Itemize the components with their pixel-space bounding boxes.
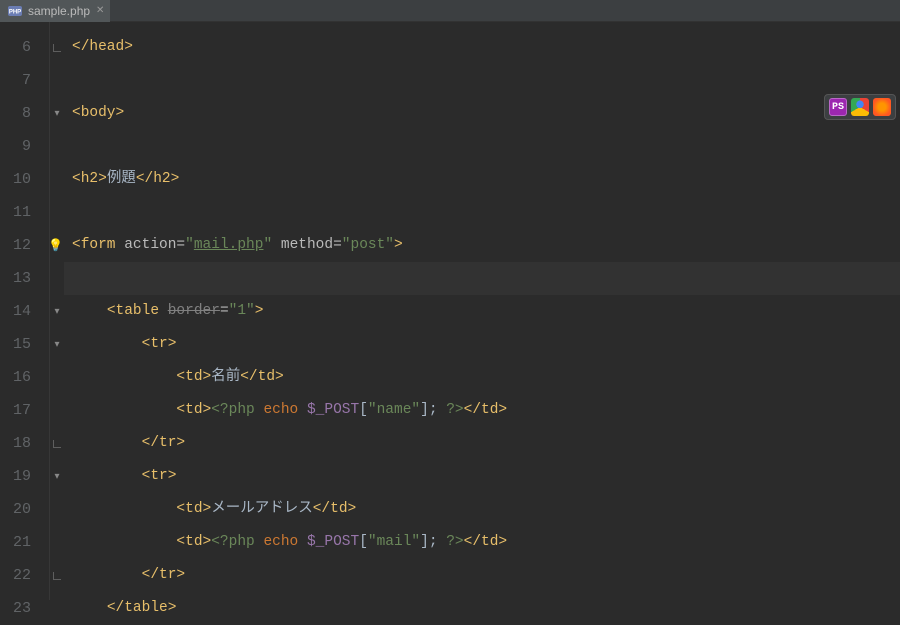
- line-number-gutter: 67891011121314151617181920212223: [0, 22, 50, 600]
- fold-marker: [50, 526, 64, 559]
- line-number: 22: [0, 559, 49, 592]
- fold-marker: [50, 130, 64, 163]
- fold-marker: [50, 262, 64, 295]
- phpstorm-icon[interactable]: PS: [829, 98, 847, 116]
- code-line: <td>メールアドレス</td>: [64, 493, 900, 526]
- fold-marker: [50, 592, 64, 625]
- line-number: 10: [0, 163, 49, 196]
- fold-marker[interactable]: [50, 328, 64, 361]
- code-line: </head>: [64, 31, 900, 64]
- line-number: 17: [0, 394, 49, 427]
- fold-marker[interactable]: [50, 427, 64, 460]
- fold-marker[interactable]: [50, 460, 64, 493]
- line-number: 13: [0, 262, 49, 295]
- fold-marker[interactable]: [50, 97, 64, 130]
- fold-marker[interactable]: [50, 295, 64, 328]
- fold-marker: [50, 493, 64, 526]
- fold-marker[interactable]: [50, 31, 64, 64]
- code-line: <td><?php echo $_POST["name"]; ?></td>: [64, 394, 900, 427]
- code-line: <td>名前</td>: [64, 361, 900, 394]
- file-tab[interactable]: PHP sample.php ✕: [0, 0, 110, 22]
- tab-bar: PHP sample.php ✕: [0, 0, 900, 22]
- code-line: <tr>: [64, 460, 900, 493]
- code-line: <body>: [64, 97, 900, 130]
- close-icon[interactable]: ✕: [96, 5, 104, 16]
- fold-marker[interactable]: [50, 559, 64, 592]
- fold-marker: [50, 394, 64, 427]
- line-number: 9: [0, 130, 49, 163]
- fold-column: 💡: [50, 22, 64, 600]
- fold-marker: [50, 163, 64, 196]
- code-line: <tr>: [64, 328, 900, 361]
- line-number: 14: [0, 295, 49, 328]
- chrome-icon[interactable]: [851, 98, 869, 116]
- line-number: 21: [0, 526, 49, 559]
- code-line: <form action="mail.php" method="post">: [64, 229, 900, 262]
- line-number: 20: [0, 493, 49, 526]
- php-file-icon: PHP: [8, 4, 22, 18]
- line-number: 18: [0, 427, 49, 460]
- line-number: 7: [0, 64, 49, 97]
- line-number: 8: [0, 97, 49, 130]
- fold-marker[interactable]: 💡: [50, 229, 64, 262]
- code-line: <td><?php echo $_POST["mail"]; ?></td>: [64, 526, 900, 559]
- code-line-cursor: [64, 262, 900, 295]
- line-number: 12: [0, 229, 49, 262]
- fold-marker: [50, 361, 64, 394]
- code-line: <h2>例題</h2>: [64, 163, 900, 196]
- code-line: </tr>: [64, 559, 900, 592]
- editor: 67891011121314151617181920212223 💡 </hea…: [0, 22, 900, 600]
- intention-bulb-icon[interactable]: 💡: [48, 238, 63, 253]
- line-number: 19: [0, 460, 49, 493]
- fold-marker: [50, 196, 64, 229]
- code-line: <table border="1">: [64, 295, 900, 328]
- firefox-icon[interactable]: [873, 98, 891, 116]
- code-line: </table>: [64, 592, 900, 625]
- line-number: 11: [0, 196, 49, 229]
- line-number: 15: [0, 328, 49, 361]
- code-line: [64, 196, 900, 229]
- browser-toolbar: PS: [824, 94, 896, 120]
- line-number: 6: [0, 31, 49, 64]
- line-number: 16: [0, 361, 49, 394]
- tab-filename: sample.php: [28, 4, 90, 18]
- code-line: </tr>: [64, 427, 900, 460]
- svg-text:PHP: PHP: [9, 9, 21, 15]
- code-line: [64, 130, 900, 163]
- code-area[interactable]: </head> <body> <h2>例題</h2> <form action=…: [64, 22, 900, 600]
- code-line: [64, 64, 900, 97]
- fold-marker: [50, 64, 64, 97]
- line-number: 23: [0, 592, 49, 625]
